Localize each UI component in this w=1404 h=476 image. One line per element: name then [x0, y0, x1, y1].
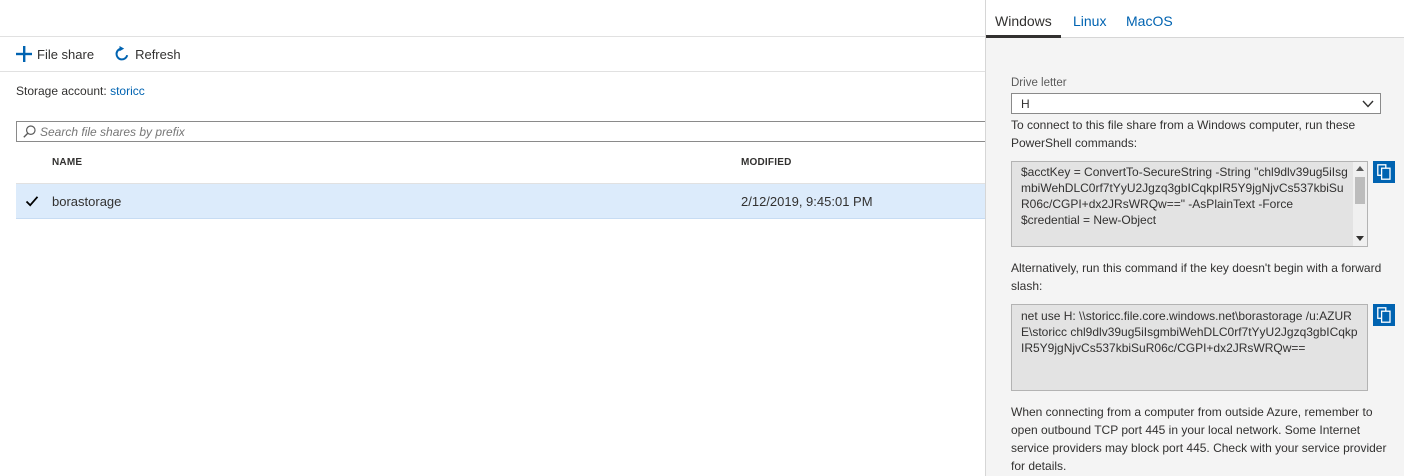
column-header-modified[interactable]: MODIFIED	[741, 157, 792, 168]
powershell-code[interactable]: $acctKey = ConvertTo-SecureString -Strin…	[1021, 164, 1349, 228]
drive-letter-label: Drive letter	[1011, 77, 1067, 89]
tab-linux[interactable]: Linux	[1073, 13, 1106, 29]
scrollbar-thumb[interactable]	[1355, 177, 1365, 204]
cell-name: borastorage	[52, 194, 122, 209]
port-445-note: When connecting from a computer from out…	[1011, 405, 1387, 473]
file-shares-blade: File share Refresh Storage account: stor…	[0, 0, 996, 476]
tab-macos[interactable]: MacOS	[1126, 13, 1173, 29]
search-box[interactable]	[16, 121, 996, 142]
toolbar: File share Refresh	[16, 44, 201, 64]
search-icon	[23, 125, 36, 138]
os-tabs: Windows Linux MacOS	[986, 0, 1404, 38]
refresh-button[interactable]: Refresh	[114, 46, 181, 62]
alternative-instructions: Alternatively, run this command if the k…	[1011, 261, 1382, 293]
column-header-name[interactable]: NAME	[52, 157, 82, 168]
copy-powershell-button[interactable]	[1373, 161, 1395, 183]
toolbar-divider	[0, 71, 985, 72]
code-scrollbar[interactable]	[1353, 162, 1367, 246]
tab-windows[interactable]: Windows	[995, 13, 1052, 29]
storage-account-link[interactable]: storicc	[110, 84, 145, 98]
net-use-code-box[interactable]: net use H: \\storicc.file.core.windows.n…	[1011, 304, 1368, 391]
copy-icon	[1377, 164, 1391, 180]
add-file-share-button[interactable]: File share	[16, 46, 94, 62]
plus-icon	[16, 46, 32, 62]
scroll-up-arrow-icon[interactable]	[1356, 165, 1364, 171]
refresh-label: Refresh	[135, 46, 181, 62]
connect-panel: Windows Linux MacOS Drive letter H To co…	[985, 0, 1404, 476]
storage-account-label: Storage account:	[16, 84, 107, 98]
scroll-down-arrow-icon[interactable]	[1356, 236, 1364, 242]
chevron-down-icon	[1362, 100, 1374, 108]
copy-net-use-button[interactable]	[1373, 304, 1395, 326]
drive-letter-select[interactable]: H	[1011, 93, 1381, 114]
add-file-share-label: File share	[37, 46, 95, 62]
active-tab-indicator	[986, 35, 1061, 38]
table-row[interactable]: borastorage 2/12/2019, 9:45:01 PM	[16, 184, 985, 219]
cell-modified: 2/12/2019, 9:45:01 PM	[741, 194, 873, 209]
powershell-code-box[interactable]: $acctKey = ConvertTo-SecureString -Strin…	[1011, 161, 1368, 247]
powershell-instructions: To connect to this file share from a Win…	[1011, 118, 1356, 150]
search-input[interactable]	[40, 124, 940, 139]
drive-letter-value: H	[1021, 97, 1030, 111]
storage-account-line: Storage account: storicc	[16, 84, 145, 98]
top-divider	[0, 36, 985, 37]
copy-icon	[1377, 307, 1391, 323]
net-use-code[interactable]: net use H: \\storicc.file.core.windows.n…	[1021, 308, 1359, 356]
refresh-icon	[115, 46, 129, 61]
checkmark-icon[interactable]	[25, 194, 39, 208]
